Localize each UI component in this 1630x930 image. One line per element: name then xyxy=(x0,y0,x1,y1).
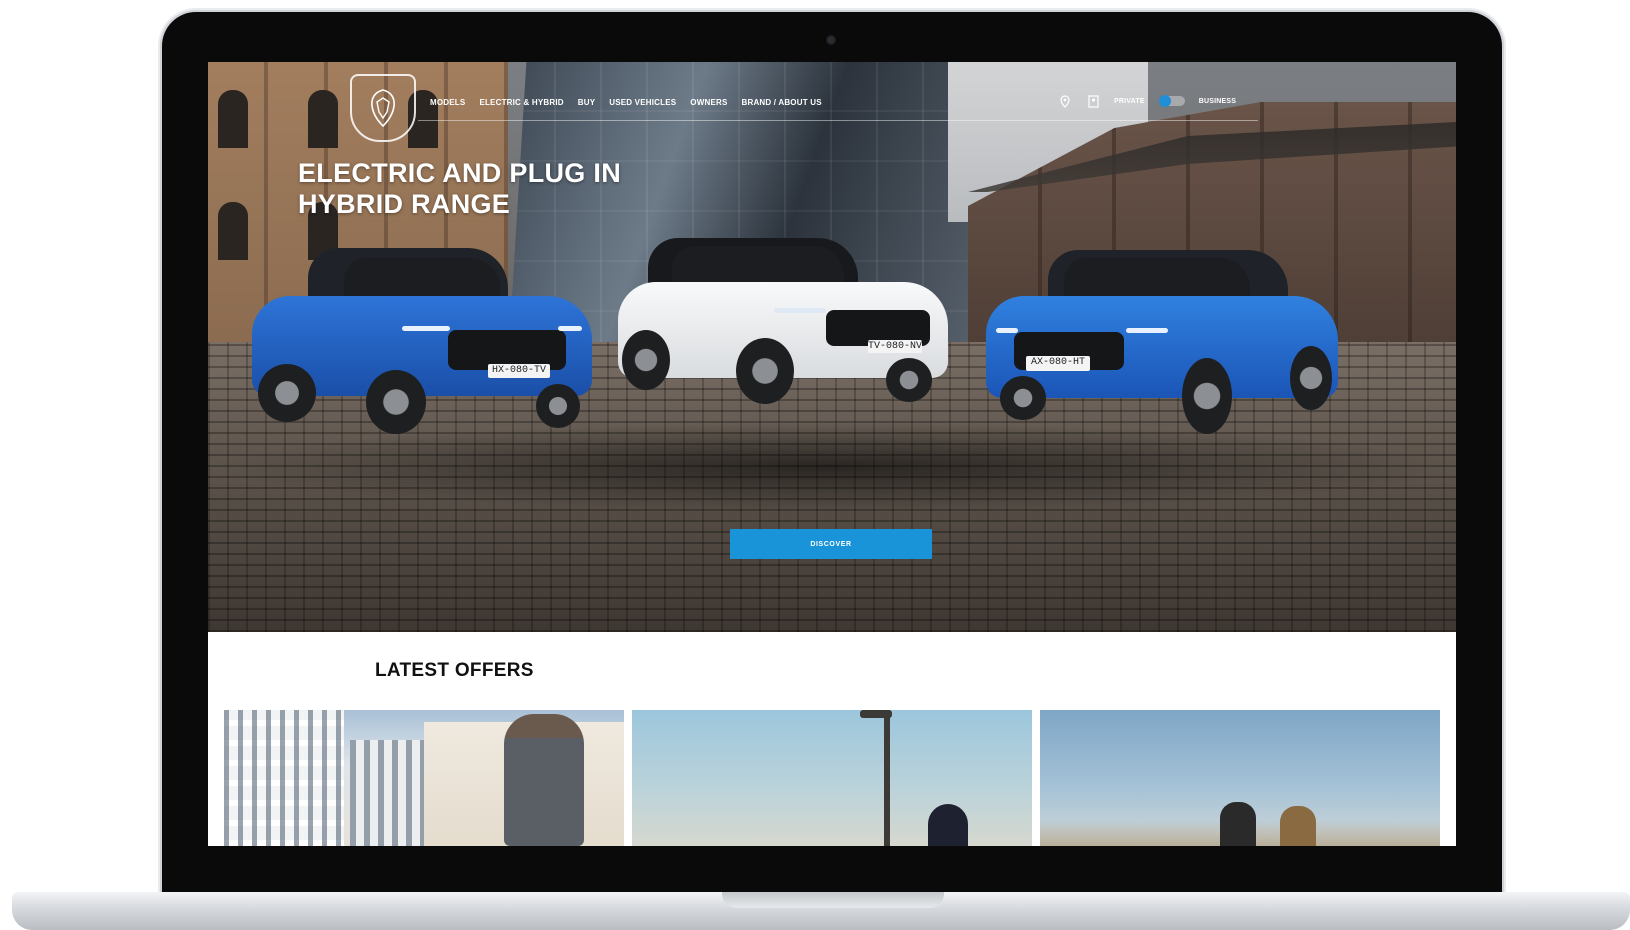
main-nav: MODELS ELECTRIC & HYBRID BUY USED VEHICL… xyxy=(430,98,822,107)
hero-banner: HX-080-TV TV-080-NV AX-080-HT MODELS ELE… xyxy=(208,62,1456,632)
nav-item-models[interactable]: MODELS xyxy=(430,98,465,107)
private-label[interactable]: PRIVATE xyxy=(1114,98,1145,105)
window xyxy=(218,90,248,148)
license-plate: TV-080-NV xyxy=(868,340,923,353)
laptop-mockup: HX-080-TV TV-080-NV AX-080-HT MODELS ELE… xyxy=(0,0,1630,930)
discover-button[interactable]: DISCOVER xyxy=(730,529,932,559)
map-pin-icon[interactable] xyxy=(1058,94,1072,108)
license-plate: AX-080-HT xyxy=(1026,356,1090,371)
laptop-notch xyxy=(722,892,944,908)
nav-utilities: PRIVATE BUSINESS xyxy=(1058,94,1236,108)
user-icon[interactable] xyxy=(1086,94,1100,108)
offers-title: LATEST OFFERS xyxy=(375,660,534,681)
nav-item-buy[interactable]: BUY xyxy=(578,98,596,107)
private-business-toggle[interactable] xyxy=(1158,95,1185,107)
license-plate: HX-080-TV xyxy=(488,364,550,378)
nav-item-owners[interactable]: OWNERS xyxy=(690,98,727,107)
window xyxy=(218,202,248,260)
camera-icon xyxy=(826,35,836,45)
lion-icon xyxy=(371,89,395,128)
peugeot-lion-logo[interactable] xyxy=(350,74,416,142)
offer-card-3-image[interactable] xyxy=(1040,710,1440,846)
blue-hatchback-image: AX-080-HT xyxy=(986,250,1338,440)
business-label[interactable]: BUSINESS xyxy=(1199,98,1236,105)
nav-item-electric-hybrid[interactable]: ELECTRIC & HYBRID xyxy=(479,98,563,107)
blue-suv-image: HX-080-TV xyxy=(252,248,592,438)
nav-divider xyxy=(418,120,1258,121)
nav-item-brand-about[interactable]: BRAND / ABOUT US xyxy=(742,98,822,107)
offer-card-2-image[interactable] xyxy=(632,710,1032,846)
offer-card-1-image[interactable] xyxy=(224,710,624,846)
browser-screen: HX-080-TV TV-080-NV AX-080-HT MODELS ELE… xyxy=(208,62,1456,846)
window xyxy=(308,90,338,148)
white-suv-image: TV-080-NV xyxy=(618,238,948,418)
hero-title: ELECTRIC AND PLUG IN HYBRID RANGE xyxy=(298,158,621,219)
nav-item-used-vehicles[interactable]: USED VEHICLES xyxy=(609,98,676,107)
